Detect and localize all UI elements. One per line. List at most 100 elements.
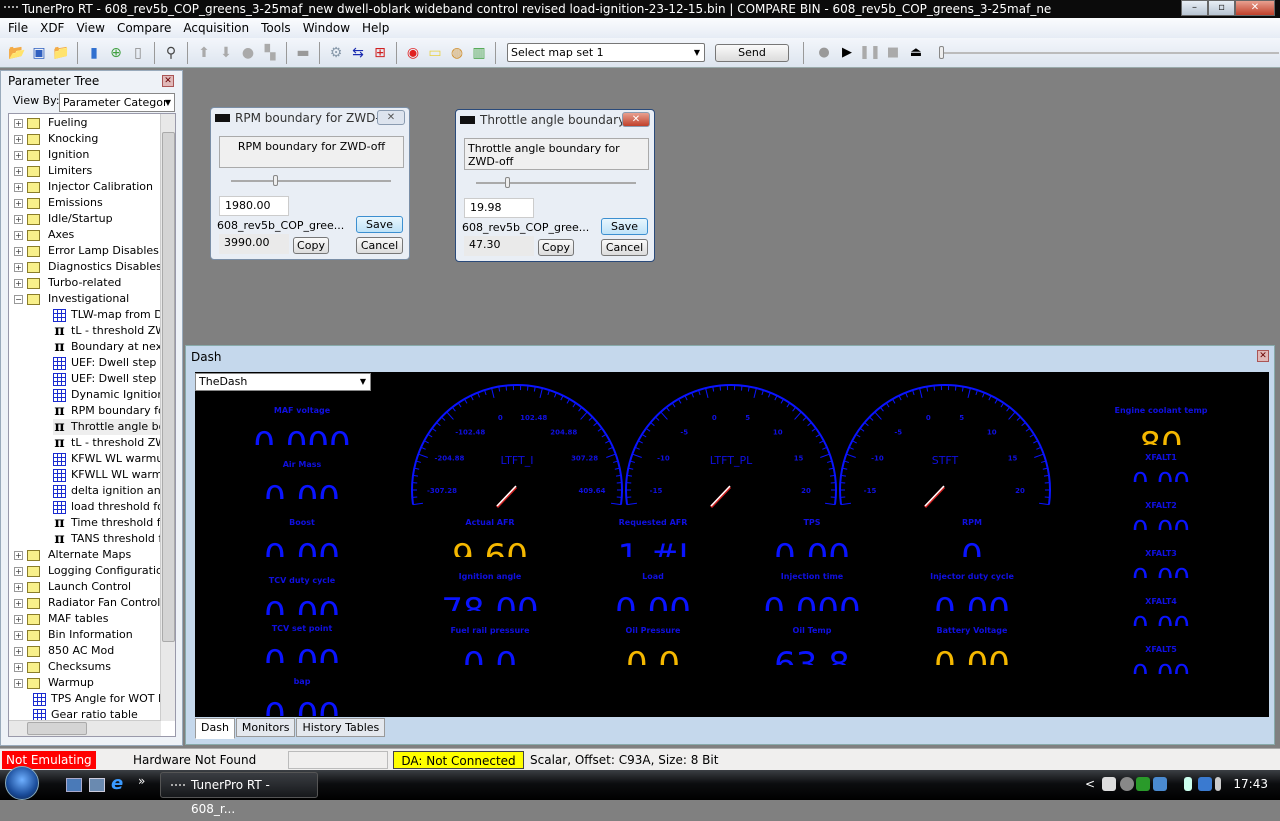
dialog-title-bar[interactable]: RPM boundary for ZWD-...✕: [211, 108, 409, 128]
copy-button[interactable]: Copy: [538, 239, 574, 256]
cancel-button[interactable]: Cancel: [356, 237, 403, 254]
expand-icon[interactable]: +: [14, 551, 23, 560]
tree-item[interactable]: +Alternate Maps: [14, 547, 131, 563]
tree-item[interactable]: +Bin Information: [14, 627, 133, 643]
open-recent-icon[interactable]: 📁: [52, 44, 70, 62]
volume-icon[interactable]: [1215, 777, 1221, 791]
tree-item[interactable]: load threshold for: [53, 499, 168, 515]
tab-dash[interactable]: Dash: [195, 718, 235, 739]
expand-icon[interactable]: +: [14, 631, 23, 640]
tree-item[interactable]: πRPM boundary for: [53, 403, 169, 419]
pause-icon[interactable]: ❚❚: [861, 44, 879, 62]
expand-icon[interactable]: +: [14, 215, 23, 224]
tray-expand-icon[interactable]: <: [1085, 777, 1099, 791]
tree-item[interactable]: Dynamic Ignition R: [53, 387, 175, 403]
expand-icon[interactable]: +: [14, 615, 23, 624]
dash-selector-dropdown[interactable]: TheDash: [195, 373, 371, 391]
value-input[interactable]: 1980.00: [219, 196, 289, 216]
value-slider[interactable]: [476, 182, 636, 184]
save-button[interactable]: Save: [356, 216, 403, 233]
map-set-dropdown[interactable]: Select map set 1: [507, 43, 705, 62]
menu-compare[interactable]: Compare: [111, 21, 177, 35]
menu-help[interactable]: Help: [356, 21, 395, 35]
slider-thumb[interactable]: [939, 46, 944, 59]
tree-item[interactable]: +Checksums: [14, 659, 111, 675]
tree-item[interactable]: UEF: Dwell step wi: [53, 355, 172, 371]
tree-item[interactable]: πBoundary at next: [53, 339, 166, 355]
gears-icon[interactable]: ⚙: [327, 44, 345, 62]
record-icon[interactable]: ●: [815, 44, 833, 62]
expand-icon[interactable]: +: [14, 263, 23, 272]
play-icon[interactable]: ▶: [838, 44, 856, 62]
dialog-title-bar[interactable]: Throttle angle boundary ...✕: [456, 110, 654, 130]
tree-item[interactable]: πtL - threshold ZWB: [53, 323, 174, 339]
expand-icon[interactable]: +: [14, 679, 23, 688]
menu-acquisition[interactable]: Acquisition: [177, 21, 255, 35]
value-input[interactable]: 19.98: [464, 198, 534, 218]
save-button[interactable]: Save: [601, 218, 648, 235]
copy-icon[interactable]: ▚: [261, 44, 279, 62]
menu-window[interactable]: Window: [297, 21, 356, 35]
tree-item[interactable]: πThrottle angle bou: [53, 419, 172, 435]
collapse-icon[interactable]: −: [14, 295, 23, 304]
tree-item[interactable]: TPS Angle for WOT De: [33, 691, 173, 707]
save-icon[interactable]: ▣: [30, 44, 48, 62]
tree-item[interactable]: UEF: Dwell step wi: [53, 371, 172, 387]
taskbar-button-tunerpro[interactable]: TunerPro RT - 608_r...: [160, 772, 318, 798]
tree-item[interactable]: πTime threshold for: [53, 515, 172, 531]
expand-icon[interactable]: +: [14, 599, 23, 608]
tree-item[interactable]: +Radiator Fan Control: [14, 595, 160, 611]
tree-item[interactable]: −Investigational: [14, 291, 129, 307]
table-import-icon[interactable]: ⊞: [371, 44, 389, 62]
playback-slider[interactable]: [939, 52, 1279, 54]
tree-item[interactable]: +850 AC Mod: [14, 643, 114, 659]
circle-icon[interactable]: ●: [239, 44, 257, 62]
up-arrow-icon[interactable]: ⬆: [195, 44, 213, 62]
expand-icon[interactable]: +: [14, 583, 23, 592]
expand-icon[interactable]: +: [14, 231, 23, 240]
tree-item[interactable]: +Launch Control: [14, 579, 131, 595]
copy-button[interactable]: Copy: [293, 237, 329, 254]
value-slider[interactable]: [231, 180, 391, 182]
slider-thumb[interactable]: [273, 175, 278, 186]
tree-item[interactable]: πtL - threshold ZWB: [53, 435, 174, 451]
expand-icon[interactable]: +: [14, 199, 23, 208]
vertical-scrollbar[interactable]: [160, 114, 175, 721]
tree-item[interactable]: +Emissions: [14, 195, 103, 211]
cancel-button[interactable]: Cancel: [601, 239, 648, 256]
security-check-icon[interactable]: [1136, 777, 1150, 791]
slider-thumb[interactable]: [505, 177, 510, 188]
expand-icon[interactable]: +: [14, 135, 23, 144]
minimize-button[interactable]: –: [1181, 0, 1208, 16]
tree-item[interactable]: +Injector Calibration: [14, 179, 153, 195]
horizontal-scrollbar[interactable]: [9, 720, 161, 736]
open-folder-icon[interactable]: 📂: [8, 44, 26, 62]
down-arrow-icon[interactable]: ⬇: [217, 44, 235, 62]
close-icon[interactable]: ✕: [162, 75, 174, 87]
info-icon[interactable]: ◍: [448, 44, 466, 62]
close-button[interactable]: ✕: [1235, 0, 1275, 16]
eject-icon[interactable]: ⏏: [907, 44, 925, 62]
expand-icon[interactable]: +: [14, 167, 23, 176]
network-drive-icon[interactable]: [1153, 777, 1167, 791]
sync-icon[interactable]: [1120, 777, 1134, 791]
expand-icon[interactable]: +: [14, 119, 23, 128]
menu-view[interactable]: View: [70, 21, 110, 35]
quicklaunch-overflow[interactable]: »: [138, 774, 154, 788]
expand-icon[interactable]: +: [14, 279, 23, 288]
expand-icon[interactable]: +: [14, 151, 23, 160]
new-document-icon[interactable]: ▯: [129, 44, 147, 62]
tree-item[interactable]: KFWLL WL warmup: [53, 467, 176, 483]
tree-item[interactable]: +Logging Configuration: [14, 563, 170, 579]
view-by-dropdown[interactable]: Parameter Categor: [59, 93, 175, 112]
export-icon[interactable]: ▮: [85, 44, 103, 62]
expand-icon[interactable]: +: [14, 567, 23, 576]
tree-item[interactable]: +Error Lamp Disables (y: [14, 243, 173, 259]
tree-item[interactable]: +Fueling: [14, 115, 88, 131]
expand-icon[interactable]: +: [14, 183, 23, 192]
tree-item[interactable]: +Idle/Startup: [14, 211, 113, 227]
tree-item[interactable]: delta ignition angle: [53, 483, 176, 499]
stop-icon[interactable]: ■: [884, 44, 902, 62]
close-icon[interactable]: ✕: [622, 112, 650, 127]
expand-icon[interactable]: +: [14, 247, 23, 256]
